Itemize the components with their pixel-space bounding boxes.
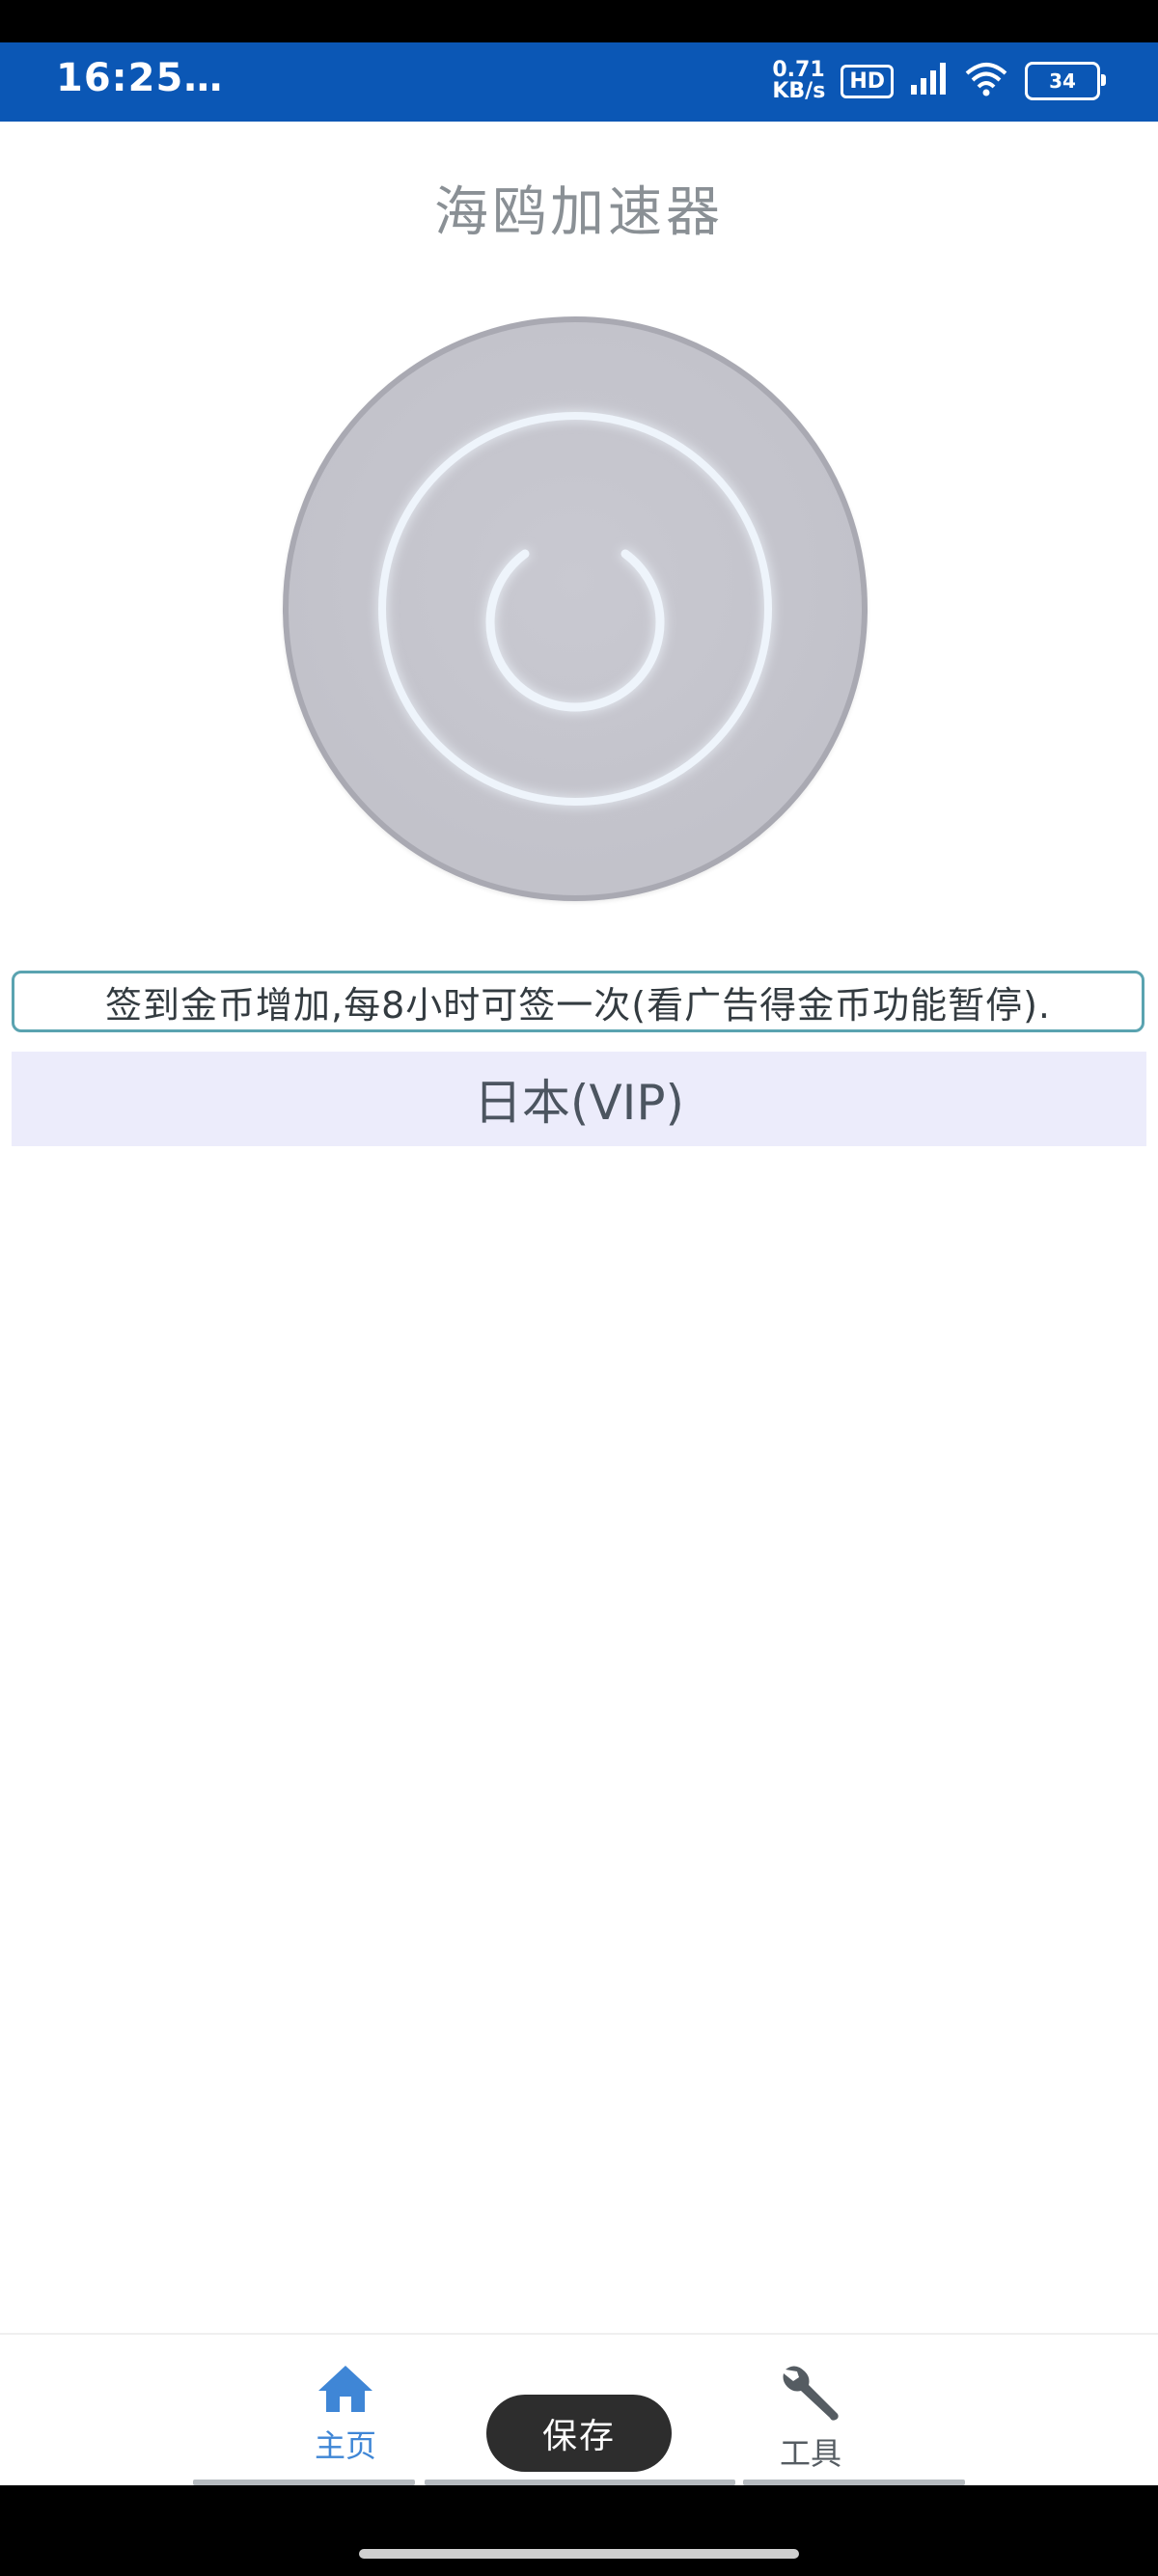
sign-in-notice[interactable]: 签到金币增加,每8小时可签一次(看广告得金币功能暂停). [12, 971, 1144, 1032]
power-button[interactable] [283, 316, 868, 901]
wifi-icon [963, 60, 1009, 102]
save-button[interactable]: 保存 [486, 2395, 672, 2472]
top-bezel [0, 0, 1158, 42]
server-selector[interactable]: 日本(VIP) [12, 1052, 1146, 1146]
nav-home-label: 主页 [314, 2427, 376, 2464]
signal-icon [909, 62, 948, 100]
status-bar: 16:25… 0.71 KB/s HD 34 [0, 42, 1158, 122]
home-icon [318, 2366, 372, 2412]
bottom-nav: 主页 保存 工具 [0, 2333, 1158, 2485]
nav-tools-label: 工具 [779, 2435, 841, 2472]
network-speed: 0.71 KB/s [772, 58, 826, 103]
battery-icon: 34 [1025, 62, 1106, 100]
power-icon [378, 412, 772, 806]
status-icons: 0.71 KB/s HD 34 [772, 52, 1106, 110]
home-indicator[interactable] [359, 2549, 799, 2559]
page-title: 海鸥加速器 [434, 181, 724, 244]
wrench-icon [783, 2366, 839, 2421]
status-time: 16:25… [56, 56, 224, 100]
nav-tools[interactable]: 工具 [733, 2364, 888, 2474]
bottom-bezel [0, 2485, 1158, 2576]
nav-home[interactable]: 主页 [268, 2364, 423, 2466]
hd-badge: HD [841, 64, 894, 98]
